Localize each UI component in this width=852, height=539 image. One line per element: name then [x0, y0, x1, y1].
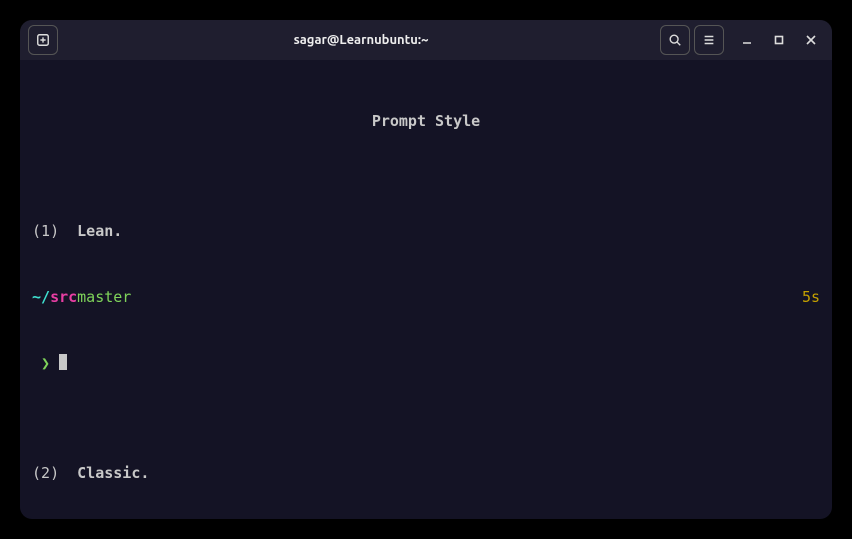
maximize-button[interactable]: [766, 27, 792, 53]
page-title: Prompt Style: [32, 110, 820, 132]
titlebar: sagar@Learnubuntu:~: [20, 20, 832, 60]
search-icon: [668, 33, 682, 47]
hamburger-icon: [702, 33, 716, 47]
minimize-button[interactable]: [734, 27, 760, 53]
maximize-icon: [774, 35, 784, 45]
search-button[interactable]: [660, 25, 690, 55]
window-title: sagar@Learnubuntu:~: [294, 33, 429, 47]
terminal-window: sagar@Learnubuntu:~ Prompt Style (1) Lea…: [20, 20, 832, 519]
terminal-body[interactable]: Prompt Style (1) Lean. ~/src master5s ❯ …: [20, 60, 832, 519]
option-2-header: (2) Classic.: [32, 462, 820, 484]
cursor-icon: [59, 354, 67, 370]
menu-button[interactable]: [694, 25, 724, 55]
option-1-header: (1) Lean.: [32, 220, 820, 242]
minimize-icon: [742, 35, 752, 45]
new-tab-icon: [36, 33, 50, 47]
close-button[interactable]: [798, 27, 824, 53]
new-tab-button[interactable]: [28, 25, 58, 55]
lean-preview-line2: ❯: [32, 352, 820, 374]
lean-preview-line1: ~/src master5s: [32, 286, 820, 308]
close-icon: [806, 35, 816, 45]
